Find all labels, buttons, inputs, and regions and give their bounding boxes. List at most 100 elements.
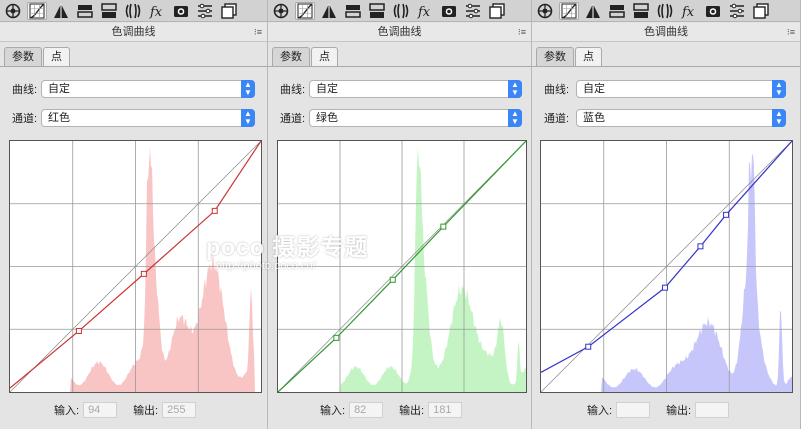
input-output-row: 输入: 输出: <box>587 402 745 418</box>
curve-point <box>333 334 340 341</box>
channel-select-value: 蓝色 <box>583 112 605 124</box>
channel-label: 通道: <box>544 113 570 125</box>
curve-point <box>723 211 730 218</box>
panel-tabs: 参数 点 <box>272 47 339 67</box>
tone-curve-icon[interactable] <box>295 1 315 20</box>
curve-point <box>697 243 704 250</box>
aperture-icon[interactable] <box>271 2 291 20</box>
snapshots-icon[interactable] <box>751 2 771 20</box>
camera-icon[interactable] <box>171 2 191 20</box>
curve-point <box>389 276 396 283</box>
channel-row: 通道: <box>544 109 580 127</box>
fx-icon[interactable]: fx <box>679 2 699 20</box>
tone-curve-icon[interactable] <box>27 1 47 20</box>
curve-select[interactable]: 自定 ▲ ▼ <box>576 80 786 98</box>
panel-toolbar: fx <box>268 0 531 22</box>
triangle-icon[interactable] <box>319 2 339 20</box>
panel-toolbar: fx <box>0 0 267 22</box>
aperture-icon[interactable] <box>535 2 555 20</box>
curve-select-value: 自定 <box>316 83 338 95</box>
svg-text:fx: fx <box>681 5 695 19</box>
snapshots-icon[interactable] <box>219 2 239 20</box>
input-field[interactable] <box>616 402 651 418</box>
input-field[interactable]: 82 <box>349 402 384 418</box>
tab-point[interactable]: 点 <box>311 47 338 67</box>
curve-select[interactable]: 自定 ▲ ▼ <box>41 80 255 98</box>
presets-icon[interactable] <box>727 2 747 20</box>
panel-title: 色调曲线 <box>377 26 422 38</box>
lens-icon[interactable] <box>391 2 411 20</box>
tab-parametric[interactable]: 参数 <box>4 47 42 67</box>
chevron-updown-icon[interactable]: ▲ ▼ <box>241 109 255 127</box>
aperture-icon[interactable] <box>3 2 23 20</box>
output-label: 输出: <box>399 405 425 417</box>
curve-select[interactable]: 自定 ▲ ▼ <box>309 80 522 98</box>
presets-icon[interactable] <box>195 2 215 20</box>
input-label: 输入: <box>54 405 80 417</box>
tone-curve-icon[interactable] <box>559 1 579 20</box>
camera-icon[interactable] <box>439 2 459 20</box>
chevron-updown-icon[interactable]: ▲ ▼ <box>241 80 255 98</box>
tab-point[interactable]: 点 <box>575 47 602 67</box>
svg-text:fx: fx <box>149 5 163 19</box>
curve-select-value: 自定 <box>583 83 605 95</box>
lens-icon[interactable] <box>655 2 675 20</box>
chevron-updown-icon[interactable]: ▲ ▼ <box>508 80 522 98</box>
watermark: poco 摄影专题 http://photo.poco.cn/ <box>206 228 368 272</box>
svg-text:fx: fx <box>417 5 431 19</box>
panel-header: 色调曲线 ⁝≡ <box>0 23 267 42</box>
tone-curve-panel-blue: fx 色调曲线 ⁝≡ 参数 点 曲线: 自定 ▲ ▼ 通道: 蓝色 ▲ ▼ 输入: 输出… <box>532 0 801 429</box>
curve-label: 曲线: <box>544 84 570 96</box>
channel-select-value: 绿色 <box>316 112 338 124</box>
channel-select[interactable]: 绿色 ▲ ▼ <box>309 109 522 127</box>
channel-select[interactable]: 红色 ▲ ▼ <box>41 109 255 127</box>
tone-curve-panel-green: fx 色调曲线 ⁝≡ 参数 点 曲线: 自定 ▲ ▼ 通道: 绿色 ▲ ▼ 输入: 82… <box>268 0 532 429</box>
panel-tabs: 参数 点 <box>4 47 71 67</box>
fx-icon[interactable]: fx <box>147 2 167 20</box>
input-output-row: 输入: 82 输出: 181 <box>320 402 478 418</box>
tab-parametric[interactable]: 参数 <box>536 47 574 67</box>
watermark-brand: poco 摄影专题 <box>206 234 369 260</box>
tab-parametric[interactable]: 参数 <box>272 47 310 67</box>
hsl-icon[interactable] <box>631 2 651 20</box>
camera-icon[interactable] <box>703 2 723 20</box>
curve-point <box>140 270 147 277</box>
presets-icon[interactable] <box>463 2 483 20</box>
tab-point[interactable]: 点 <box>43 47 70 67</box>
output-label: 输出: <box>666 405 692 417</box>
curve-point <box>75 327 82 334</box>
split-icon[interactable] <box>343 2 363 20</box>
output-field[interactable]: 181 <box>428 402 463 418</box>
channel-select[interactable]: 蓝色 ▲ ▼ <box>576 109 786 127</box>
channel-select-value: 红色 <box>48 112 70 124</box>
output-field[interactable]: 255 <box>162 402 197 418</box>
tab-divider <box>532 66 800 67</box>
output-label: 输出: <box>133 405 159 417</box>
split-icon[interactable] <box>607 2 627 20</box>
snapshots-icon[interactable] <box>487 2 507 20</box>
tab-divider <box>268 66 531 67</box>
panel-toolbar: fx <box>532 0 800 22</box>
input-output-row: 输入: 94 输出: 255 <box>54 402 212 418</box>
input-field[interactable]: 94 <box>83 402 118 418</box>
split-icon[interactable] <box>75 2 95 20</box>
chevron-updown-icon[interactable]: ▲ ▼ <box>508 109 522 127</box>
hsl-icon[interactable] <box>99 2 119 20</box>
chevron-updown-icon[interactable]: ▲ ▼ <box>772 109 786 127</box>
triangle-icon[interactable] <box>583 2 603 20</box>
panel-menu-icon[interactable]: ⁝≡ <box>787 23 795 42</box>
lens-icon[interactable] <box>123 2 143 20</box>
curve-graph-svg[interactable] <box>541 141 792 392</box>
panel-menu-icon[interactable]: ⁝≡ <box>518 23 526 42</box>
panel-header: 色调曲线 ⁝≡ <box>532 23 800 42</box>
triangle-icon[interactable] <box>51 2 71 20</box>
output-field[interactable] <box>695 402 730 418</box>
curve-row: 曲线: <box>544 80 580 98</box>
curve-graph[interactable] <box>540 140 793 393</box>
panel-tabs: 参数 点 <box>536 47 603 67</box>
fx-icon[interactable]: fx <box>415 2 435 20</box>
hsl-icon[interactable] <box>367 2 387 20</box>
chevron-updown-icon[interactable]: ▲ ▼ <box>772 80 786 98</box>
panel-menu-icon[interactable]: ⁝≡ <box>254 23 262 42</box>
input-label: 输入: <box>587 405 613 417</box>
